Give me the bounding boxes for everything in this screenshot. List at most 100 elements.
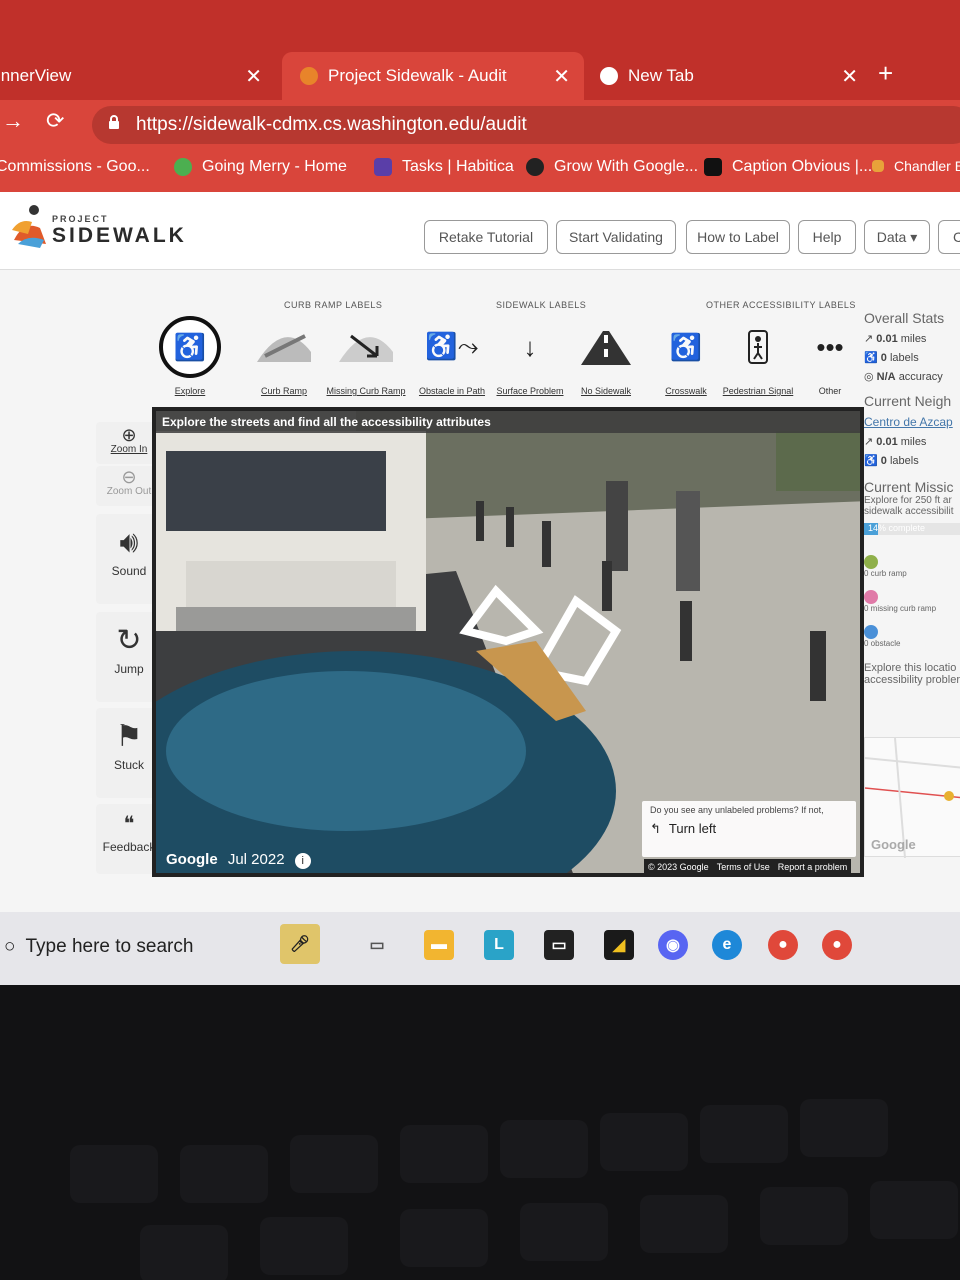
surface-problem-icon: ↓ <box>523 331 537 362</box>
crosswalk-button[interactable]: ♿ Crosswalk <box>646 316 726 397</box>
keyboard-key <box>520 1203 608 1261</box>
surface-problem-button[interactable]: ↓ Surface Problem <box>490 316 570 397</box>
new-tab-plus-icon[interactable]: + <box>878 58 893 89</box>
missing-curb-ramp-legend-icon <box>864 590 878 604</box>
tab-new-tab[interactable]: New Tab ✕ <box>590 52 866 100</box>
keyboard-key <box>140 1225 228 1280</box>
labels-icon: ♿ <box>864 455 878 467</box>
sidewalk-section-title: SIDEWALK LABELS <box>496 300 587 310</box>
start-validating-button[interactable]: Start Validating <box>556 220 676 254</box>
curb-ramp-icon <box>253 316 315 378</box>
no-sidewalk-icon <box>575 316 637 378</box>
how-to-label-button[interactable]: How to Label <box>686 220 790 254</box>
pedestrian-signal-icon <box>727 316 789 378</box>
obstacle-icon: ♿⤳ <box>425 331 479 361</box>
grow-icon <box>526 158 544 176</box>
info-icon[interactable]: i <box>294 853 311 869</box>
labels-icon: ♿ <box>864 352 878 364</box>
current-neighborhood-title: Current Neigh <box>864 393 952 409</box>
distance-icon: ↗ <box>864 436 874 448</box>
chrome-icon[interactable]: ● <box>768 930 798 960</box>
bookmark-going-merry[interactable]: Going Merry - Home <box>174 158 347 176</box>
google-attribution: Google Jul 2022 i <box>166 851 311 869</box>
help-button[interactable]: Help <box>798 220 856 254</box>
street-view-panorama[interactable]: Explore the streets and find all the acc… <box>152 407 864 877</box>
keyboard-key <box>800 1099 888 1157</box>
microphone-icon[interactable]: 🎤︎ <box>280 924 320 964</box>
forward-arrow-icon[interactable]: → <box>2 108 24 134</box>
keyboard-key <box>400 1209 488 1267</box>
keyboard-key <box>70 1145 158 1203</box>
curb-ramp-button[interactable]: Curb Ramp <box>244 316 324 396</box>
laptop-keyboard <box>0 985 960 1280</box>
turn-hint-box[interactable]: Do you see any unlabeled problems? If no… <box>642 801 856 857</box>
chrome-profile-icon[interactable]: ● <box>822 930 852 960</box>
bookmark-chandler[interactable]: Chandler E <box>872 158 960 174</box>
bookmark-grow-with-google[interactable]: Grow With Google... <box>526 158 698 176</box>
curb-ramp-legend-icon <box>864 555 878 569</box>
mission-progress-bar: 14% complete <box>864 523 960 535</box>
legend-obstacle <box>864 625 960 639</box>
tab-project-sidewalk[interactable]: Project Sidewalk - Audit ✕ <box>282 52 584 100</box>
terminal-icon[interactable]: ▭ <box>544 930 574 960</box>
distance-icon: ↗ <box>864 333 874 345</box>
overall-accuracy: ◎ N/A accuracy <box>864 371 943 383</box>
chandler-icon <box>872 160 884 172</box>
no-sidewalk-button[interactable]: No Sidewalk <box>566 316 646 396</box>
sidewalk-favicon-icon <box>300 67 318 85</box>
report-problem-link[interactable]: Report a problem <box>778 862 848 872</box>
bookmark-caption-obvious[interactable]: Caption Obvious |... <box>704 158 872 176</box>
more-dots-icon: ••• <box>816 331 844 362</box>
browser-toolbar: → ⟳ https://sidewalk-cdmx.cs.washington.… <box>0 100 960 148</box>
current-mission-title: Current Missic <box>864 479 954 495</box>
tab-innerview[interactable]: InnerView ✕ <box>0 52 276 100</box>
reload-icon[interactable]: ⟳ <box>46 108 64 134</box>
edge-icon[interactable]: e <box>712 930 742 960</box>
mini-map[interactable]: Google <box>864 737 960 859</box>
curb-ramp-section-title: CURB RAMP LABELS <box>284 300 383 310</box>
site-header: PROJECT SIDEWALK Retake Tutorial Start V… <box>0 192 960 270</box>
taskbar-search[interactable]: ○ Type here to search <box>0 922 240 972</box>
neighborhood-name-link[interactable]: Centro de Azcap <box>864 415 960 429</box>
explore-mode-button[interactable]: ♿ Explore <box>150 316 230 396</box>
keyboard-key <box>180 1145 268 1203</box>
going-merry-icon <box>174 158 192 176</box>
overall-labels: ♿ 0 labels <box>864 352 919 364</box>
screen: InnerView ✕ Project Sidewalk - Audit ✕ N… <box>0 0 960 985</box>
other-label-button[interactable]: ••• Other <box>790 316 870 397</box>
l-app-icon[interactable]: L <box>484 930 514 960</box>
bookmark-habitica[interactable]: Tasks | Habitica <box>374 158 514 176</box>
project-sidewalk-logo[interactable]: PROJECT SIDEWALK <box>10 200 184 253</box>
retake-tutorial-button[interactable]: Retake Tutorial <box>424 220 548 254</box>
cities-button[interactable]: C <box>938 220 960 254</box>
close-tab-icon[interactable]: ✕ <box>841 64 858 89</box>
overall-stats-title: Overall Stats <box>864 310 945 326</box>
legend-missing-curb-ramp <box>864 590 960 604</box>
obstacle-in-path-button[interactable]: ♿⤳ Obstacle in Path <box>412 316 492 396</box>
explore-instructions-banner: Explore the streets and find all the acc… <box>156 411 860 433</box>
close-tab-icon[interactable]: ✕ <box>245 64 262 89</box>
pedestrian-signal-button[interactable]: Pedestrian Signal <box>718 316 798 396</box>
discord-icon[interactable]: ◉ <box>658 930 688 960</box>
overall-miles: ↗ 0.01 miles <box>864 333 927 345</box>
file-explorer-icon[interactable]: ▬ <box>424 930 454 960</box>
sidewalk-logo-icon <box>12 205 46 248</box>
sticky-notes-icon[interactable]: ◢ <box>604 930 634 960</box>
neighborhood-miles: ↗ 0.01 miles <box>864 436 927 448</box>
data-dropdown-button[interactable]: Data ▾ <box>864 220 930 254</box>
bookmark-commissions[interactable]: Commissions - Goo... <box>0 158 150 176</box>
terms-of-use-link[interactable]: Terms of Use <box>717 862 770 872</box>
bookmarks-bar: Commissions - Goo... Going Merry - Home … <box>0 148 960 192</box>
close-tab-icon[interactable]: ✕ <box>553 64 570 89</box>
missing-curb-ramp-button[interactable]: Missing Curb Ramp <box>326 316 406 396</box>
task-view-icon[interactable]: ▭ <box>362 930 392 960</box>
windows-taskbar: ○ Type here to search 🎤︎ ▭ ▬ L ▭ ◢ ◉ e ●… <box>0 912 960 985</box>
wheelchair-icon: ♿ <box>159 316 221 378</box>
target-icon: ◎ <box>864 371 874 383</box>
browser-tab-strip: InnerView ✕ Project Sidewalk - Audit ✕ N… <box>0 0 960 100</box>
crosswalk-icon: ♿ <box>669 331 703 362</box>
address-bar[interactable]: https://sidewalk-cdmx.cs.washington.edu/… <box>92 106 960 144</box>
keyboard-key <box>870 1181 958 1239</box>
map-attribution-bar: © 2023 Google Terms of Use Report a prob… <box>644 859 852 873</box>
keyboard-key <box>260 1217 348 1275</box>
